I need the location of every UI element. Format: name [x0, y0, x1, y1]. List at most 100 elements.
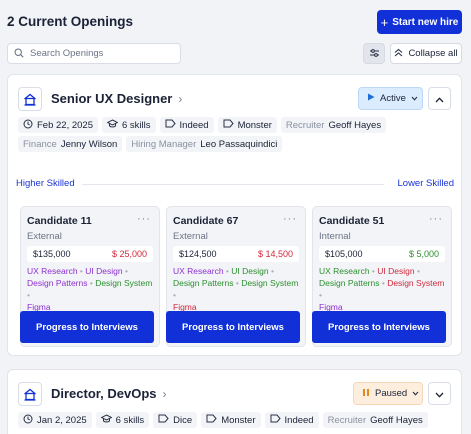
status-dropdown[interactable]: Paused: [353, 382, 423, 405]
chevron-down-icon: [435, 387, 444, 401]
candidate-card[interactable]: Candidate 67 ··· External $124,500 $ 14,…: [166, 206, 306, 347]
home-icon: [18, 87, 42, 111]
opening-card: Senior UX Designer › Active Feb 22, 2025…: [7, 74, 462, 356]
salary-amount: $105,000: [325, 249, 363, 259]
hiring-manager-chip: Hiring Manager Leo Passaquindici: [126, 136, 283, 152]
more-options-icon[interactable]: ···: [137, 213, 151, 225]
expand-opening-button[interactable]: [428, 382, 451, 405]
home-icon: [18, 382, 42, 406]
date-chip: Feb 22, 2025: [18, 117, 98, 133]
candidate-name: Candidate 67: [173, 215, 239, 227]
salary-delta: $ 25,000: [111, 249, 147, 259]
board-chip: Monster: [201, 412, 261, 428]
salary-delta: $ 5,000: [408, 249, 439, 259]
status-label: Active: [380, 93, 406, 104]
board-chip: Indeed: [264, 412, 319, 428]
opening-meta: Jan 2, 2025 6 skills Dice Monster Indeed: [18, 412, 428, 428]
date-text: Feb 22, 2025: [37, 119, 93, 131]
board-text: Indeed: [179, 119, 209, 131]
skills-chip: 6 skills: [102, 117, 156, 133]
higher-skilled-label: Higher Skilled: [16, 178, 75, 189]
finance-label: Finance: [23, 138, 57, 150]
status-label: Paused: [375, 388, 408, 399]
collapse-all-label: Collapse all: [408, 48, 458, 59]
skills-text: 6 skills: [122, 119, 151, 131]
collapse-all-button[interactable]: Collapse all: [390, 43, 462, 64]
salary-amount: $124,500: [179, 249, 217, 259]
candidate-card[interactable]: Candidate 51 ··· Internal $105,000 $ 5,0…: [312, 206, 452, 347]
lower-skilled-label: Lower Skilled: [397, 178, 455, 189]
board-text: Monster: [221, 414, 256, 426]
start-new-hire-label: Start new hire: [392, 16, 459, 28]
opening-meta: Feb 22, 2025 6 skills Indeed Monster Rec…: [18, 117, 387, 133]
search-box[interactable]: [7, 43, 181, 64]
skill-tags: UX Research • UI Design • Design Pattern…: [173, 266, 299, 312]
candidate-card[interactable]: Candidate 11 ··· External $135,000 $ 25,…: [20, 206, 160, 347]
candidate-name: Candidate 11: [27, 215, 92, 227]
board-text: Indeed: [284, 414, 314, 426]
board-chip: Dice: [153, 412, 198, 428]
collapse-opening-button[interactable]: [428, 87, 451, 110]
tag-icon: [158, 414, 169, 426]
progress-to-interviews-button[interactable]: Progress to Interviews: [312, 311, 446, 343]
skills-chip: 6 skills: [95, 412, 150, 428]
skill-tags: UX Research • UI Design • Design Pattern…: [319, 266, 445, 312]
filter-button[interactable]: [363, 43, 385, 64]
date-text: Jan 2, 2025: [37, 414, 87, 426]
salary-box: $135,000 $ 25,000: [27, 246, 153, 262]
start-new-hire-button[interactable]: + Start new hire: [377, 10, 462, 34]
more-options-icon[interactable]: ···: [429, 213, 443, 225]
double-chevron-up-icon: [394, 48, 403, 60]
salary-amount: $135,000: [33, 249, 71, 259]
opening-title-text: Senior UX Designer: [51, 91, 173, 106]
pause-icon: [362, 388, 370, 400]
progress-to-interviews-button[interactable]: Progress to Interviews: [20, 311, 154, 343]
candidate-source: External: [173, 231, 208, 242]
skill-tag: Design Patterns: [173, 278, 234, 288]
more-options-icon[interactable]: ···: [283, 213, 297, 225]
recruiter-label: Recruiter: [285, 119, 325, 131]
finance-name: Jenny Wilson: [60, 138, 118, 150]
recruiter-label: Recruiter: [327, 414, 367, 426]
date-chip: Jan 2, 2025: [18, 412, 92, 428]
salary-delta: $ 14,500: [257, 249, 293, 259]
opening-meta-people: Finance Jenny Wilson Hiring Manager Leo …: [18, 136, 283, 152]
skill-range-line: [82, 184, 384, 185]
opening-title[interactable]: Senior UX Designer ›: [51, 91, 182, 106]
graduation-cap-icon: [106, 119, 119, 131]
chevron-down-icon: [412, 388, 419, 399]
recruiter-name: Geoff Hayes: [370, 414, 423, 426]
opening-title-text: Director, DevOps: [51, 386, 157, 401]
skill-tag: UX Research: [173, 266, 224, 276]
hiring-manager-name: Leo Passaquindici: [200, 138, 278, 150]
progress-to-interviews-button[interactable]: Progress to Interviews: [166, 311, 300, 343]
plus-icon: +: [380, 14, 389, 30]
chevron-right-icon: ›: [178, 91, 183, 106]
skill-tag: Design Patterns: [319, 278, 380, 288]
skill-tag: UX Research: [27, 266, 78, 276]
chevron-right-icon: ›: [162, 386, 167, 401]
calendar-icon: [23, 414, 33, 427]
skill-tag: Design Patterns: [27, 278, 88, 288]
skill-range-scale: Higher Skilled Lower Skilled: [16, 178, 454, 192]
hiring-manager-label: Hiring Manager: [131, 138, 197, 150]
skill-tag: UI Design: [85, 266, 123, 276]
finance-chip: Finance Jenny Wilson: [18, 136, 123, 152]
board-chip: Indeed: [159, 117, 214, 133]
tag-icon: [223, 119, 234, 131]
recruiter-chip: Recruiter Geoff Hayes: [280, 117, 387, 133]
board-chip: Monster: [217, 117, 277, 133]
candidate-name: Candidate 51: [319, 215, 385, 227]
chevron-down-icon: [411, 93, 418, 104]
status-dropdown[interactable]: Active: [358, 87, 423, 110]
play-icon: [367, 93, 375, 104]
opening-title[interactable]: Director, DevOps ›: [51, 386, 167, 401]
recruiter-name: Geoff Hayes: [328, 119, 382, 131]
search-input[interactable]: [30, 48, 170, 59]
calendar-icon: [23, 119, 33, 132]
skill-tag: Design System: [241, 278, 299, 288]
board-text: Monster: [237, 119, 272, 131]
salary-box: $105,000 $ 5,000: [319, 246, 445, 262]
chevron-up-icon: [435, 92, 444, 106]
candidate-source: Internal: [319, 231, 351, 242]
